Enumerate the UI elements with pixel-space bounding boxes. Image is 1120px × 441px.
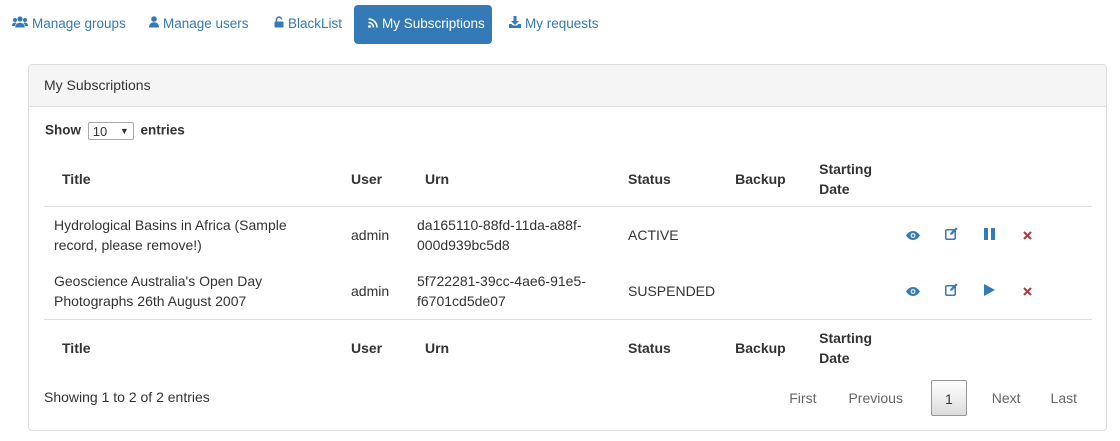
row-start-date (814, 207, 894, 264)
col-user-header[interactable]: User (341, 151, 407, 207)
delete-icon[interactable] (1008, 226, 1046, 246)
subscriptions-table: Title User Urn Status Backup Starting Da… (44, 151, 1092, 375)
tab-label: BlackList (288, 16, 343, 31)
table-row: Hydrological Basins in Africa (Sample re… (44, 207, 1092, 264)
edit-icon[interactable] (932, 226, 970, 246)
entries-select-value: 10 (92, 124, 108, 139)
show-label: Show (45, 122, 81, 138)
users-icon (12, 5, 28, 43)
col-urn-footer: Urn (407, 319, 618, 375)
entries-select[interactable]: 10 ▼ (87, 122, 134, 140)
row-backup (725, 263, 814, 320)
play-icon[interactable] (970, 282, 1008, 302)
col-start-date-footer: Starting Date (814, 319, 895, 375)
col-actions-header (894, 151, 1092, 207)
col-user-footer: User (341, 319, 407, 375)
row-actions (894, 207, 1092, 264)
next-page-button[interactable]: Next (977, 380, 1036, 416)
tab-label: My Subscriptions (382, 16, 485, 31)
col-backup-footer: Backup (725, 319, 815, 375)
eye-icon[interactable] (894, 226, 932, 246)
tab-label: Manage groups (32, 16, 126, 31)
subscriptions-panel: My Subscriptions Show 10 ▼ entries Title … (28, 64, 1107, 431)
entries-length-control: Show 10 ▼ entries (45, 122, 185, 140)
previous-page-button[interactable]: Previous (830, 380, 920, 416)
current-page-button[interactable]: 1 (930, 380, 967, 416)
tab-label: My requests (525, 16, 599, 31)
eye-icon[interactable] (894, 282, 932, 302)
row-start-date (814, 263, 894, 320)
col-title-footer: Title (44, 319, 341, 375)
tab-manage-users[interactable]: Manage users (149, 5, 249, 44)
table-footer-row: Title User Urn Status Backup Starting Da… (44, 319, 1092, 375)
table-header-row: Title User Urn Status Backup Starting Da… (44, 151, 1092, 207)
user-icon (149, 5, 159, 43)
first-page-button[interactable]: First (775, 380, 830, 416)
nav-tabs: Manage groups Manage users BlackList My … (0, 5, 1120, 44)
chevron-down-icon: ▼ (119, 126, 129, 136)
tab-label: Manage users (163, 16, 249, 31)
delete-icon[interactable] (1008, 282, 1046, 302)
download-icon (509, 5, 521, 43)
col-status-footer: Status (618, 319, 726, 375)
row-status: ACTIVE (628, 227, 679, 243)
panel-title: My Subscriptions (29, 65, 1106, 107)
lock-icon (274, 5, 284, 43)
table-row: Geoscience Australia's Open Day Photogra… (44, 263, 1092, 320)
row-actions (894, 263, 1092, 320)
row-user: admin (351, 227, 390, 243)
pagination: First Previous 1 Next Last (775, 380, 1092, 416)
row-urn: 5f722281-39cc-4ae6-91e5-f6701cd5de07 (417, 273, 586, 309)
entries-label: entries (140, 122, 185, 138)
edit-icon[interactable] (932, 282, 970, 302)
col-start-date-header[interactable]: Starting Date (814, 151, 895, 207)
table-info: Showing 1 to 2 of 2 entries (44, 389, 210, 405)
row-title: Hydrological Basins in Africa (Sample re… (54, 217, 287, 253)
row-title: Geoscience Australia's Open Day Photogra… (54, 273, 263, 309)
rss-icon (368, 5, 378, 43)
col-status-header[interactable]: Status (618, 151, 726, 207)
row-urn: da165110-88fd-11da-a88f-000d939bc5d8 (417, 217, 582, 253)
col-title-header[interactable]: Title (44, 151, 341, 207)
tab-my-requests[interactable]: My requests (509, 5, 599, 44)
row-user: admin (351, 283, 390, 299)
tab-my-subscriptions[interactable]: My Subscriptions (354, 5, 492, 44)
last-page-button[interactable]: Last (1036, 380, 1092, 416)
col-actions-footer (894, 319, 1092, 375)
col-urn-header[interactable]: Urn (407, 151, 618, 207)
row-backup (725, 207, 814, 264)
tab-manage-groups[interactable]: Manage groups (12, 5, 126, 44)
tab-blacklist[interactable]: BlackList (274, 5, 342, 44)
col-backup-header[interactable]: Backup (725, 151, 815, 207)
pause-icon[interactable] (970, 226, 1008, 246)
row-status: SUSPENDED (628, 283, 716, 299)
